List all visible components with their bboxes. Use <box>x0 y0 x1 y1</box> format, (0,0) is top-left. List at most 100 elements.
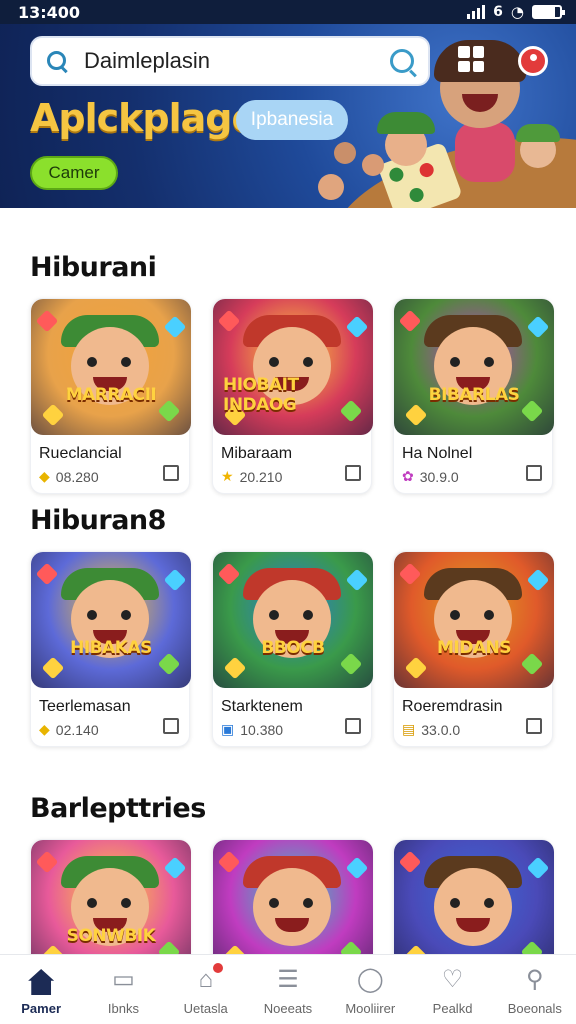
region-pill[interactable]: Ipbanesia <box>236 100 348 140</box>
gem-decoration <box>163 856 187 880</box>
gem-decoration <box>526 315 550 339</box>
home-icon <box>26 965 56 995</box>
nav-item-ibnks[interactable]: ▭ Ibnks <box>82 955 164 1024</box>
rating-value: 08.280 <box>55 468 99 485</box>
gem-decoration <box>398 562 422 586</box>
game-name: Mibaraam <box>221 445 293 462</box>
game-logo-text: BIBARLAS <box>428 385 520 405</box>
bottom-navigation: Pamer ▭ Ibnks ⌂ Uetasla ☰ Noeeats ◯ Mooliirer ♡ Pe… <box>0 954 576 1024</box>
game-name: Teerlemasan <box>39 698 131 715</box>
game-logo-text: BBOCB <box>261 638 325 658</box>
bookmark-icon[interactable] <box>163 718 179 734</box>
rating-value: 30.9.0 <box>419 468 459 485</box>
game-rating: ▣ 10.380 <box>221 721 283 738</box>
nav-item-uetasla[interactable]: ⌂ Uetasla <box>165 955 247 1024</box>
notification-badge <box>212 963 223 973</box>
game-card[interactable]: MIDANS Roeremdrasin ▤ 33.0.0 <box>393 551 554 747</box>
gem-decoration <box>163 568 187 592</box>
rating-value: 10.380 <box>240 721 284 738</box>
hero-character <box>334 142 356 164</box>
signal-icon <box>467 5 486 19</box>
game-rating: ▤ 33.0.0 <box>402 721 460 738</box>
controller-icon: ▣ <box>221 721 235 737</box>
game-logo-text: HIOBAIT INDAOG <box>223 375 299 415</box>
bookmark-icon[interactable] <box>526 465 542 481</box>
hero-character <box>377 112 435 166</box>
gem-decoration <box>217 850 241 874</box>
status-icons: 6 ◔ <box>467 3 565 21</box>
profile-icon: ⚲ <box>526 966 544 993</box>
game-card[interactable]: BIBARLAS Ha Nolnel ✿ 30.9.0 <box>393 298 554 494</box>
game-name: Ha Nolnel <box>402 445 473 462</box>
game-artwork: MIDANS <box>394 552 554 688</box>
section-title: Hiburani <box>30 252 157 283</box>
game-button[interactable]: Camer <box>30 156 118 190</box>
bookmark-icon[interactable] <box>163 465 179 481</box>
game-logo-text: MARRACII <box>65 385 157 405</box>
search-input[interactable] <box>84 48 390 74</box>
chat-icon: ◯ <box>356 966 384 993</box>
game-artwork: MARRACII <box>31 299 191 435</box>
star-icon: ★ <box>221 468 234 484</box>
game-logo-text: MIDANS <box>437 638 511 658</box>
ticket-icon: ▤ <box>402 721 416 737</box>
card-icon: ▭ <box>112 966 135 993</box>
bookmark-icon[interactable] <box>526 718 542 734</box>
hero-character <box>362 154 384 176</box>
flower-icon: ✿ <box>402 468 414 484</box>
game-artwork: HIBAKAS <box>31 552 191 688</box>
character-face <box>434 868 512 946</box>
bookmark-icon[interactable] <box>345 718 361 734</box>
game-card[interactable]: HIOBAIT INDAOG Mibaraam ★ 20.210 <box>212 298 373 494</box>
game-artwork: BBOCB <box>213 552 373 688</box>
rating-value: 20.210 <box>239 468 283 485</box>
notification-icon[interactable] <box>518 46 548 76</box>
nav-item-pamer[interactable]: Pamer <box>0 955 82 1024</box>
gem-decoration <box>345 315 369 339</box>
nav-item-pealkd[interactable]: ♡ Pealkd <box>411 955 493 1024</box>
game-name: Rueclancial <box>39 445 122 462</box>
game-logo-text: SONWBIK <box>66 926 156 946</box>
search-bar[interactable] <box>30 36 430 86</box>
battery-icon <box>532 5 565 19</box>
heart-icon: ♡ <box>441 966 464 993</box>
gem-decoration <box>526 856 550 880</box>
game-card[interactable]: MARRACII Rueclancial ◆ 08.280 <box>30 298 191 494</box>
nav-label: Pealkd <box>432 1001 473 1016</box>
game-rating: ✿ 30.9.0 <box>402 468 459 485</box>
nav-item-mooliirer[interactable]: ◯ Mooliirer <box>329 955 411 1024</box>
game-logo-text: HIBAKAS <box>70 638 152 658</box>
shield-gem-icon: ◆ <box>39 468 50 484</box>
nav-item-boeonals[interactable]: ⚲ Boeonals <box>494 955 576 1024</box>
hero-title: Aplckplage <box>30 96 257 140</box>
hero-character <box>516 124 560 168</box>
gem-decoration <box>163 315 187 339</box>
character-face <box>253 868 331 946</box>
gem-decoration <box>217 309 241 333</box>
game-card[interactable]: BBOCB Starktenem ▣ 10.380 <box>212 551 373 747</box>
store-icon: ⌂ <box>191 963 223 995</box>
game-card[interactable]: HIBAKAS Teerlemasan ◆ 02.140 <box>30 551 191 747</box>
bookmark-icon[interactable] <box>345 465 361 481</box>
gem-decoration <box>398 850 422 874</box>
section-title: Hiburan8 <box>30 505 166 536</box>
network-label: 6 <box>493 4 503 20</box>
nav-label: Noeeats <box>263 1001 313 1016</box>
rating-value: 33.0.0 <box>421 721 461 738</box>
gem-decoration <box>217 562 241 586</box>
section-title: Barlepttries <box>30 793 206 824</box>
game-name: Roeremdrasin <box>402 698 503 715</box>
search-icon[interactable] <box>46 50 68 72</box>
wifi-icon: ◔ <box>510 3 524 21</box>
voice-search-icon[interactable] <box>390 49 414 73</box>
gem-decoration <box>345 856 369 880</box>
nav-label: Mooliirer <box>345 1001 396 1016</box>
game-artwork: HIOBAIT INDAOG <box>213 299 373 435</box>
game-rating: ◆ 02.140 <box>39 721 99 738</box>
nav-label: Uetasla <box>183 1001 228 1016</box>
nav-item-noeeats[interactable]: ☰ Noeeats <box>247 955 329 1024</box>
hero-character <box>318 174 344 200</box>
gem-decoration <box>526 568 550 592</box>
game-artwork: BIBARLAS <box>394 299 554 435</box>
grid-menu-icon[interactable] <box>458 46 484 72</box>
